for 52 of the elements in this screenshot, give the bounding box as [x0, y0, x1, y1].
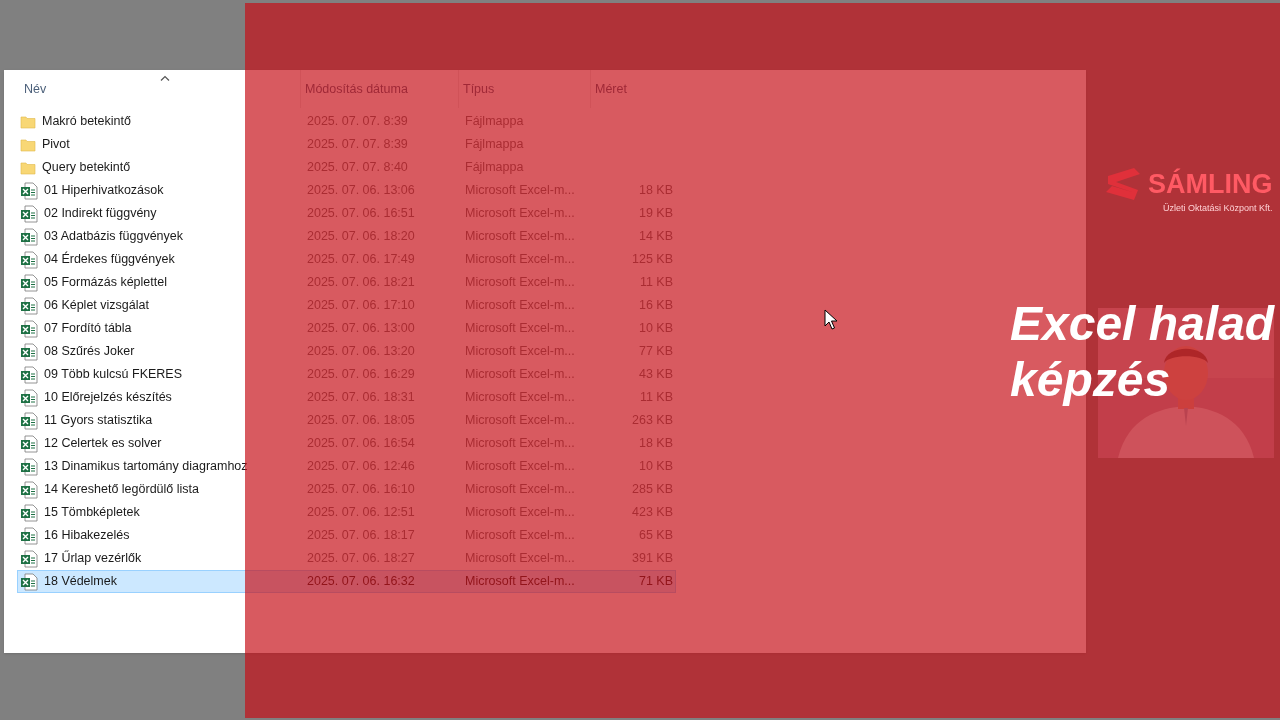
spreadsheet-file-icon [20, 572, 38, 591]
folder-icon [20, 136, 36, 153]
file-name: 12 Celertek es solver [44, 435, 162, 453]
sort-up-icon [160, 75, 170, 81]
file-name: Query betekintő [42, 159, 131, 177]
file-name: 10 Előrejelzés készítés [44, 389, 172, 407]
file-name: 11 Gyors statisztika [44, 412, 153, 430]
file-name: 08 Szűrés Joker [44, 343, 135, 361]
file-name: 02 Indirekt függvény [44, 205, 157, 223]
spreadsheet-file-icon [20, 227, 38, 246]
spreadsheet-file-icon [20, 549, 38, 568]
logo-wordmark: SÁMLING [1148, 170, 1273, 198]
file-name: 05 Formázás képlettel [44, 274, 167, 292]
file-name: 16 Hibakezelés [44, 527, 130, 545]
file-name: 17 Űrlap vezérlők [44, 549, 142, 568]
spreadsheet-file-icon [20, 503, 38, 522]
column-header[interactable]: Név [20, 70, 300, 108]
spreadsheet-file-icon [20, 319, 38, 338]
file-name: 01 Hiperhivatkozások [44, 182, 164, 200]
title-line: képzés [1010, 352, 1172, 408]
spreadsheet-file-icon [20, 457, 38, 476]
modified-date: 2025. 07. 06. 16:32 [306, 573, 416, 591]
mouse-cursor-icon [824, 309, 838, 331]
file-name: 03 Adatbázis függvények [44, 228, 183, 246]
folder-icon [20, 113, 36, 130]
spreadsheet-file-icon [20, 411, 38, 430]
spreadsheet-file-icon [20, 388, 38, 407]
spreadsheet-file-icon [20, 296, 38, 315]
file-name: Makró betekintő [42, 113, 131, 131]
spreadsheet-file-icon [20, 273, 38, 292]
spreadsheet-file-icon [20, 204, 38, 223]
file-type: Microsoft Excel-m... [464, 573, 576, 591]
file-name: Pivot [42, 136, 70, 154]
file-name: 09 Több kulcsú FKERES [44, 366, 183, 384]
spreadsheet-file-icon [20, 342, 38, 361]
spreadsheet-file-icon [20, 480, 38, 499]
folder-icon [20, 159, 36, 176]
file-name: 04 Érdekes függvények [44, 250, 175, 269]
spreadsheet-file-icon [20, 526, 38, 545]
spreadsheet-file-icon [20, 181, 38, 200]
file-name: 15 Tömbképletek [44, 504, 140, 522]
file-name: 07 Fordító tábla [44, 320, 132, 338]
spreadsheet-file-icon [20, 434, 38, 453]
file-row[interactable]: 18 Védelmek 2025. 07. 06. 16:32 Microsoft Excel-m... 71 KB [17, 570, 676, 593]
title-line: Excel halad [1010, 296, 1275, 352]
file-name: 06 Képlet vizsgálat [44, 297, 149, 315]
file-size: 71 KB [638, 573, 673, 591]
spreadsheet-file-icon [20, 365, 38, 384]
file-name: 14 Kereshető legördülő lista [44, 481, 199, 499]
logo-tagline: Üzleti Oktatási Központ Kft. [1162, 204, 1273, 213]
file-name: 18 Védelmek [44, 573, 117, 591]
spreadsheet-file-icon [20, 250, 38, 269]
